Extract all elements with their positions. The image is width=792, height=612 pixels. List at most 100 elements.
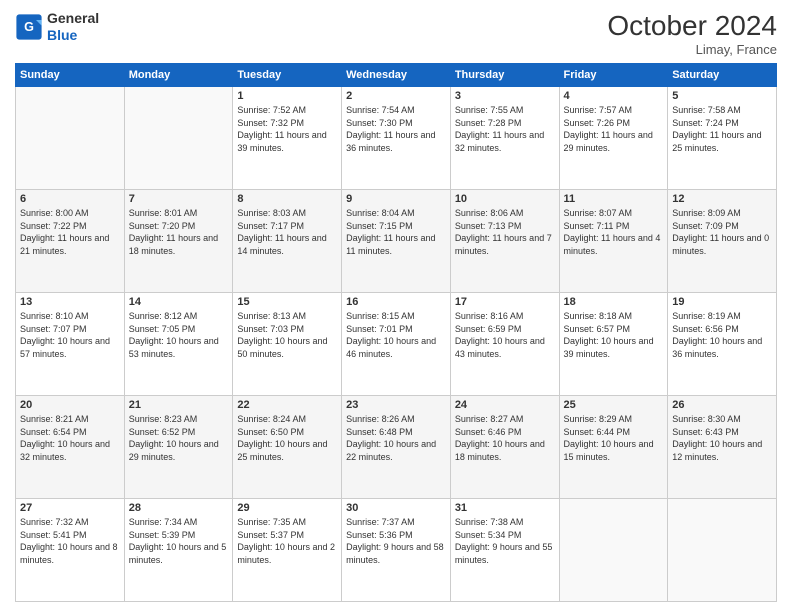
- calendar-cell: 6Sunrise: 8:00 AMSunset: 7:22 PMDaylight…: [16, 190, 125, 293]
- calendar-cell: 20 Sunrise: 8:21 AMSunset: 6:54 PMDayligh…: [16, 396, 125, 499]
- day-number: 20: [20, 399, 120, 411]
- day-number: 8: [237, 193, 337, 205]
- location: Limay, France: [607, 42, 777, 57]
- logo-line2: Blue: [47, 27, 99, 44]
- calendar-cell: 19 Sunrise: 8:19 AMSunset: 6:56 PMDayligh…: [668, 293, 777, 396]
- day-info: Sunrise: 8:06 AMSunset: 7:13 PMDaylight:…: [455, 207, 555, 257]
- day-info: Sunrise: 8:07 AMSunset: 7:11 PMDaylight:…: [564, 207, 664, 257]
- day-info: Sunrise: 8:21 AMSunset: 6:54 PMDaylight:…: [20, 413, 120, 463]
- calendar-cell: 7 Sunrise: 8:01 AMSunset: 7:20 PMDaylight…: [124, 190, 233, 293]
- calendar-cell: 11 Sunrise: 8:07 AMSunset: 7:11 PMDayligh…: [559, 190, 668, 293]
- day-info: Sunrise: 8:03 AMSunset: 7:17 PMDaylight:…: [237, 207, 337, 257]
- day-info: Sunrise: 7:57 AMSunset: 7:26 PMDaylight:…: [564, 104, 664, 154]
- calendar-cell: 3Sunrise: 7:55 AMSunset: 7:28 PMDaylight…: [450, 87, 559, 190]
- title-section: October 2024 Limay, France: [607, 10, 777, 57]
- calendar-cell: 8 Sunrise: 8:03 AMSunset: 7:17 PMDaylight…: [233, 190, 342, 293]
- day-number: 31: [455, 502, 555, 514]
- day-number: 13: [20, 296, 120, 308]
- day-info: Sunrise: 7:32 AMSunset: 5:41 PMDaylight:…: [20, 516, 120, 566]
- calendar-cell: [124, 87, 233, 190]
- day-number: 24: [455, 399, 555, 411]
- day-number: 17: [455, 296, 555, 308]
- calendar-cell: 18Sunrise: 8:18 AMSunset: 6:57 PMDayligh…: [559, 293, 668, 396]
- day-info: Sunrise: 7:38 AMSunset: 5:34 PMDaylight:…: [455, 516, 555, 566]
- day-number: 7: [129, 193, 229, 205]
- day-header-tuesday: Tuesday: [233, 64, 342, 87]
- calendar-table: SundayMondayTuesdayWednesdayThursdayFrid…: [15, 63, 777, 602]
- day-number: 21: [129, 399, 229, 411]
- day-number: 18: [564, 296, 664, 308]
- day-number: 11: [564, 193, 664, 205]
- day-number: 23: [346, 399, 446, 411]
- calendar-cell: 9 Sunrise: 8:04 AMSunset: 7:15 PMDaylight…: [342, 190, 451, 293]
- day-number: 22: [237, 399, 337, 411]
- month-title: October 2024: [607, 10, 777, 42]
- day-header-thursday: Thursday: [450, 64, 559, 87]
- day-header-sunday: Sunday: [16, 64, 125, 87]
- logo-icon: G: [15, 13, 43, 41]
- day-number: 10: [455, 193, 555, 205]
- day-info: Sunrise: 8:23 AMSunset: 6:52 PMDaylight:…: [129, 413, 229, 463]
- logo-line1: General: [47, 10, 99, 27]
- calendar-cell: 4Sunrise: 7:57 AMSunset: 7:26 PMDaylight…: [559, 87, 668, 190]
- calendar-cell: 12 Sunrise: 8:09 AMSunset: 7:09 PMDayligh…: [668, 190, 777, 293]
- day-info: Sunrise: 8:01 AMSunset: 7:20 PMDaylight:…: [129, 207, 229, 257]
- calendar-cell: 25 Sunrise: 8:29 AMSunset: 6:44 PMDayligh…: [559, 396, 668, 499]
- calendar-cell: 24 Sunrise: 8:27 AMSunset: 6:46 PMDayligh…: [450, 396, 559, 499]
- calendar-cell: 29 Sunrise: 7:35 AMSunset: 5:37 PMDayligh…: [233, 499, 342, 602]
- day-number: 5: [672, 90, 772, 102]
- page: G General Blue October 2024 Limay, Franc…: [0, 0, 792, 612]
- day-number: 29: [237, 502, 337, 514]
- day-number: 26: [672, 399, 772, 411]
- day-info: Sunrise: 8:04 AMSunset: 7:15 PMDaylight:…: [346, 207, 446, 257]
- day-number: 12: [672, 193, 772, 205]
- day-info: Sunrise: 8:26 AMSunset: 6:48 PMDaylight:…: [346, 413, 446, 463]
- day-info: Sunrise: 7:35 AMSunset: 5:37 PMDaylight:…: [237, 516, 337, 566]
- day-info: Sunrise: 8:09 AMSunset: 7:09 PMDaylight:…: [672, 207, 772, 257]
- day-number: 28: [129, 502, 229, 514]
- day-info: Sunrise: 8:29 AMSunset: 6:44 PMDaylight:…: [564, 413, 664, 463]
- calendar-cell: 22 Sunrise: 8:24 AMSunset: 6:50 PMDayligh…: [233, 396, 342, 499]
- calendar-cell: 27 Sunrise: 7:32 AMSunset: 5:41 PMDayligh…: [16, 499, 125, 602]
- calendar-week-row: 6Sunrise: 8:00 AMSunset: 7:22 PMDaylight…: [16, 190, 777, 293]
- calendar-cell: 10 Sunrise: 8:06 AMSunset: 7:13 PMDayligh…: [450, 190, 559, 293]
- day-info: Sunrise: 7:52 AMSunset: 7:32 PMDaylight:…: [237, 104, 337, 154]
- day-number: 9: [346, 193, 446, 205]
- day-number: 15: [237, 296, 337, 308]
- calendar-cell: 30 Sunrise: 7:37 AMSunset: 5:36 PMDayligh…: [342, 499, 451, 602]
- calendar-week-row: 13 Sunrise: 8:10 AMSunset: 7:07 PMDayligh…: [16, 293, 777, 396]
- calendar-week-row: 1 Sunrise: 7:52 AMSunset: 7:32 PMDaylight…: [16, 87, 777, 190]
- day-info: Sunrise: 8:00 AMSunset: 7:22 PMDaylight:…: [20, 207, 120, 257]
- calendar-cell: 14Sunrise: 8:12 AMSunset: 7:05 PMDayligh…: [124, 293, 233, 396]
- calendar-cell: 23 Sunrise: 8:26 AMSunset: 6:48 PMDayligh…: [342, 396, 451, 499]
- day-info: Sunrise: 8:27 AMSunset: 6:46 PMDaylight:…: [455, 413, 555, 463]
- calendar-cell: 15 Sunrise: 8:13 AMSunset: 7:03 PMDayligh…: [233, 293, 342, 396]
- calendar-cell: [668, 499, 777, 602]
- calendar-cell: 5 Sunrise: 7:58 AMSunset: 7:24 PMDaylight…: [668, 87, 777, 190]
- day-info: Sunrise: 8:30 AMSunset: 6:43 PMDaylight:…: [672, 413, 772, 463]
- day-number: 19: [672, 296, 772, 308]
- day-info: Sunrise: 7:34 AMSunset: 5:39 PMDaylight:…: [129, 516, 229, 566]
- day-info: Sunrise: 7:54 AMSunset: 7:30 PMDaylight:…: [346, 104, 446, 154]
- day-number: 30: [346, 502, 446, 514]
- day-info: Sunrise: 7:58 AMSunset: 7:24 PMDaylight:…: [672, 104, 772, 154]
- calendar-cell: [16, 87, 125, 190]
- day-number: 1: [237, 90, 337, 102]
- day-info: Sunrise: 7:37 AMSunset: 5:36 PMDaylight:…: [346, 516, 446, 566]
- day-info: Sunrise: 8:13 AMSunset: 7:03 PMDaylight:…: [237, 310, 337, 360]
- day-info: Sunrise: 8:24 AMSunset: 6:50 PMDaylight:…: [237, 413, 337, 463]
- calendar-week-row: 20 Sunrise: 8:21 AMSunset: 6:54 PMDayligh…: [16, 396, 777, 499]
- day-number: 25: [564, 399, 664, 411]
- logo: G General Blue: [15, 10, 99, 44]
- day-info: Sunrise: 8:19 AMSunset: 6:56 PMDaylight:…: [672, 310, 772, 360]
- calendar-body: 1 Sunrise: 7:52 AMSunset: 7:32 PMDaylight…: [16, 87, 777, 602]
- day-header-monday: Monday: [124, 64, 233, 87]
- calendar-cell: 1 Sunrise: 7:52 AMSunset: 7:32 PMDaylight…: [233, 87, 342, 190]
- day-number: 14: [129, 296, 229, 308]
- day-number: 16: [346, 296, 446, 308]
- calendar-header-row: SundayMondayTuesdayWednesdayThursdayFrid…: [16, 64, 777, 87]
- day-info: Sunrise: 8:10 AMSunset: 7:07 PMDaylight:…: [20, 310, 120, 360]
- calendar-cell: 13 Sunrise: 8:10 AMSunset: 7:07 PMDayligh…: [16, 293, 125, 396]
- day-number: 27: [20, 502, 120, 514]
- svg-text:G: G: [24, 20, 34, 34]
